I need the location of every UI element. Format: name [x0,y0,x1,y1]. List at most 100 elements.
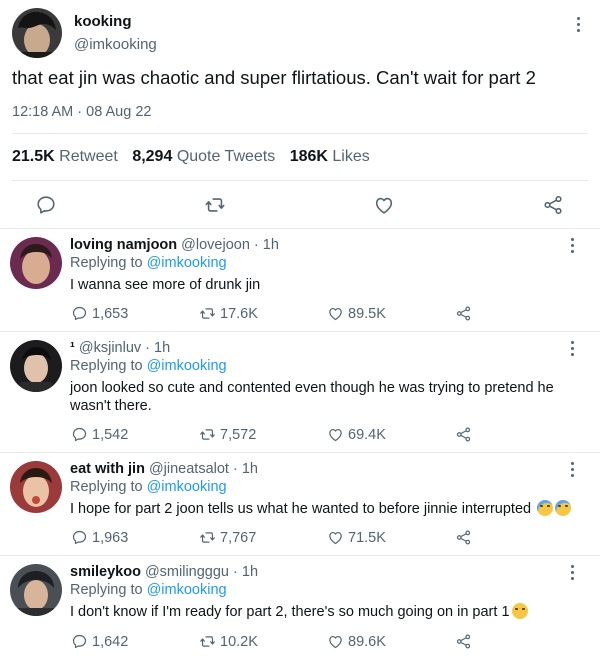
tweet-text: that eat jin was chaotic and super flirt… [12,67,536,88]
more-icon[interactable] [570,14,586,34]
like-icon [327,305,344,322]
retweet-button[interactable]: 17.6K [199,305,258,322]
author-handle[interactable]: @imkooking [74,36,157,53]
share-icon [455,426,472,443]
share-button[interactable] [455,305,472,322]
quotes-label[interactable]: Quote Tweets [177,148,275,165]
avatar[interactable] [10,340,62,392]
reply-count: 1,642 [92,633,129,650]
likes-count[interactable]: 186K [290,148,328,165]
reply-handle[interactable]: @smilingggu [145,564,229,580]
like-count: 89.5K [348,305,386,322]
retweet-icon [199,633,216,650]
replying-to-link[interactable]: @imkooking [147,582,227,598]
replying-label: Replying to [70,582,143,598]
reply-item[interactable]: eat with jin @jineatsalot · 1h Replying … [0,453,600,555]
reply-icon [71,529,88,546]
reply-time[interactable]: 1h [242,461,258,477]
replying-label: Replying to [70,358,143,374]
quotes-count[interactable]: 8,294 [132,148,172,165]
retweet-button[interactable]: 10.2K [199,633,258,650]
reply-text: I don't know if I'm ready for part 2, th… [70,604,510,620]
replying-to-link[interactable]: @imkooking [147,479,227,495]
reply-item[interactable]: smileykoo @smilingggu · 1h Replying to @… [0,556,600,660]
like-count: 69.4K [348,426,386,443]
more-icon[interactable] [564,562,580,582]
reply-button[interactable]: 1,653 [71,305,128,322]
retweet-count: 7,767 [220,529,257,546]
avatar[interactable] [10,564,62,616]
retweet-icon[interactable] [204,194,226,216]
replying-to-link[interactable]: @imkooking [147,255,227,271]
reply-display-name[interactable]: eat with jin [70,461,145,477]
likes-label[interactable]: Likes [332,148,369,165]
retweet-icon [199,426,216,443]
reply-item[interactable]: ¹ @ksjinluv · 1h Replying to @imkooking … [0,332,600,452]
divider [12,180,588,181]
reply-button[interactable]: 1,963 [71,529,128,546]
like-icon[interactable] [373,194,395,216]
reply-handle[interactable]: @jineatsalot [149,461,229,477]
replying-to-link[interactable]: @imkooking [147,358,227,374]
reply-handle[interactable]: @ksjinluv [79,340,141,356]
avatar[interactable] [10,461,62,513]
reply-icon [71,305,88,322]
reply-count: 1,653 [92,305,129,322]
share-icon [455,633,472,650]
reply-text: I hope for part 2 joon tells us what he … [70,501,532,517]
tweet-stats: 21.5K Retweet 8,294 Quote Tweets 186K Li… [12,148,370,166]
reply-item[interactable]: loving namjoon @lovejoon · 1h Replying t… [0,229,600,331]
retweets-count[interactable]: 21.5K [12,148,55,165]
reply-count: 1,542 [92,426,129,443]
share-icon [455,305,472,322]
reply-handle[interactable]: @lovejoon [181,237,250,253]
tweet-timestamp[interactable]: 12:18 AM · 08 Aug 22 [12,104,151,120]
share-button[interactable] [455,633,472,650]
weary-emoji-icon [511,603,528,619]
reply-time[interactable]: 1h [154,340,170,356]
retweet-count: 10.2K [220,633,258,650]
like-count: 71.5K [348,529,386,546]
like-button[interactable]: 69.4K [327,426,386,443]
reply-display-name[interactable]: smileykoo [70,564,141,580]
share-button[interactable] [455,426,472,443]
avatar[interactable] [10,237,62,289]
retweet-button[interactable]: 7,767 [199,529,256,546]
like-count: 89.6K [348,633,386,650]
reply-button[interactable]: 1,642 [71,633,128,650]
retweet-icon [199,529,216,546]
reply-button[interactable]: 1,542 [71,426,128,443]
reply-time[interactable]: 1h [263,237,279,253]
more-icon[interactable] [564,235,580,255]
share-icon[interactable] [542,194,564,216]
retweet-count: 17.6K [220,305,258,322]
retweet-icon [199,305,216,322]
replying-label: Replying to [70,255,143,271]
reply-icon [71,426,88,443]
replying-label: Replying to [70,479,143,495]
like-button[interactable]: 89.6K [327,633,386,650]
author-avatar[interactable] [12,8,62,58]
crying-emoji-icon [537,500,554,516]
more-icon[interactable] [564,459,580,479]
reply-icon [71,633,88,650]
reply-display-name[interactable]: ¹ [70,340,75,356]
divider [12,133,588,134]
like-icon [327,426,344,443]
author-display-name[interactable]: kooking [74,13,132,30]
retweet-count: 7,572 [220,426,257,443]
crying-emoji-icon [555,500,572,516]
more-icon[interactable] [564,338,580,358]
reply-icon[interactable] [35,194,57,216]
reply-count: 1,963 [92,529,129,546]
retweet-button[interactable]: 7,572 [199,426,256,443]
reply-display-name[interactable]: loving namjoon [70,237,177,253]
reply-text: joon looked so cute and contented even t… [70,380,554,414]
like-button[interactable]: 89.5K [327,305,386,322]
like-button[interactable]: 71.5K [327,529,386,546]
share-icon [455,529,472,546]
like-icon [327,529,344,546]
share-button[interactable] [455,529,472,546]
retweets-label[interactable]: Retweet [59,148,118,165]
reply-time[interactable]: 1h [242,564,258,580]
